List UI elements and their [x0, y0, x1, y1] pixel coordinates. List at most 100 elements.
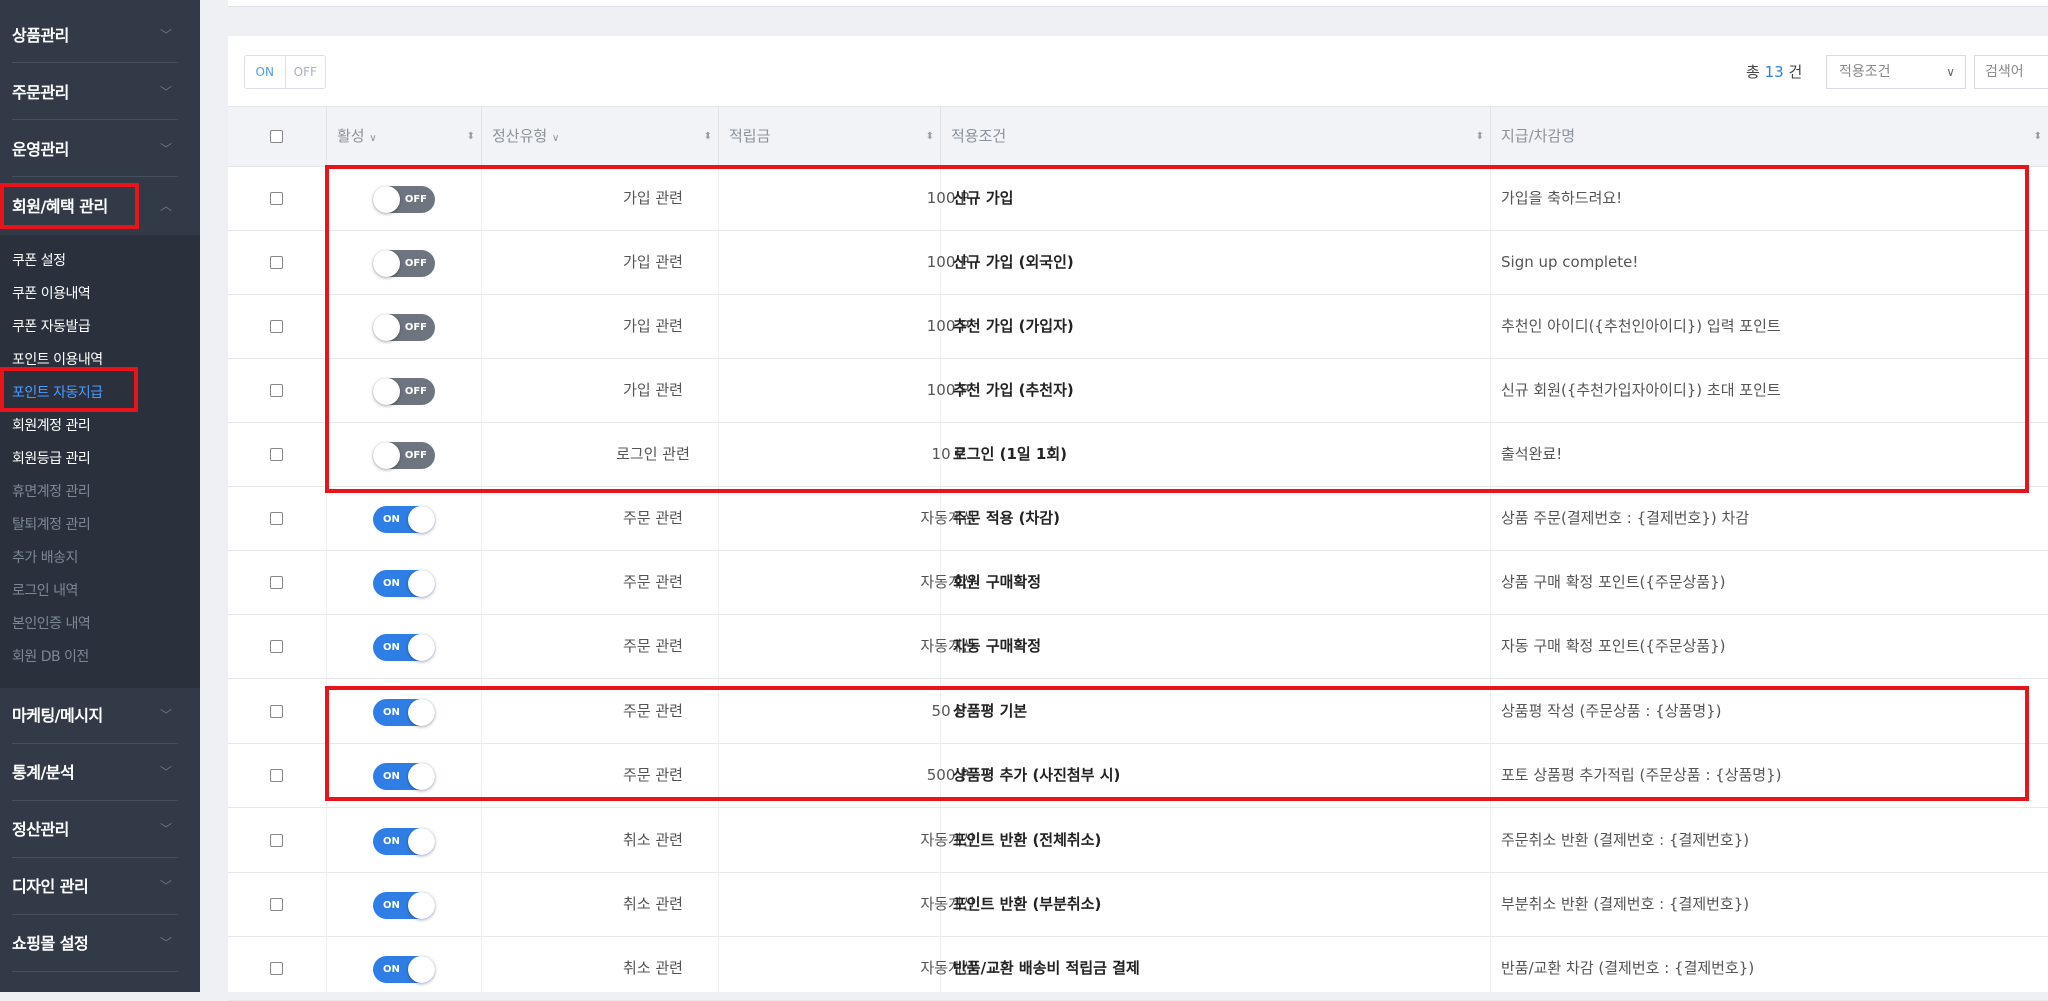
active-toggle[interactable]: ON — [373, 699, 435, 726]
active-toggle[interactable]: ON — [373, 634, 435, 661]
row-checkbox[interactable] — [270, 448, 283, 461]
submenu-item-withdrawn-accounts[interactable]: 탈퇴계정 관리 — [12, 514, 91, 534]
toggle-label: ON — [383, 578, 400, 589]
toggle-knob — [408, 956, 435, 983]
nav-item-statistics[interactable]: 통계/분석 ﹀ — [0, 743, 200, 799]
column-header-type[interactable]: 정산유형 ∨ ⬍ — [481, 107, 718, 166]
nav-item-shop-settings[interactable]: 쇼핑몰 설정 ﹀ — [0, 914, 200, 970]
table-row: OFF 로그인 관련 10 P 로그인 (1일 1회) 출석완료! — [228, 422, 2048, 487]
column-header-active[interactable]: 활성 ∨ ⬍ — [326, 107, 481, 166]
condition-cell: 상품평 기본 — [953, 702, 1028, 720]
nav-item-operations[interactable]: 운영관리 ﹀ — [0, 120, 200, 176]
toggle-label: ON — [383, 514, 400, 525]
submenu-item-member-grades[interactable]: 회원등급 관리 — [12, 448, 91, 468]
nav-item-products[interactable]: 상품관리 ﹀ — [0, 6, 200, 62]
submenu-item-dormant-accounts[interactable]: 휴면계정 관리 — [12, 481, 91, 501]
active-toggle[interactable]: OFF — [373, 186, 435, 213]
nav-item-settlement[interactable]: 정산관리 ﹀ — [0, 800, 200, 856]
submenu-item-point-auto-pay[interactable]: 포인트 자동지급 — [12, 382, 103, 402]
active-toggle[interactable]: ON — [373, 828, 435, 855]
message-cell: 자동 구매 확정 포인트({주문상품}) — [1501, 637, 1726, 655]
toggle-label: ON — [383, 900, 400, 911]
submenu-item-member-accounts[interactable]: 회원계정 관리 — [12, 415, 91, 435]
submenu-item-coupon-history[interactable]: 쿠폰 이용내역 — [12, 283, 91, 303]
nav-item-label: 정산관리 — [12, 820, 69, 839]
filter-select[interactable]: 적용조건 ∨ — [1826, 55, 1966, 89]
chevron-down-icon: ﹀ — [159, 878, 172, 893]
submenu-item-coupon-settings[interactable]: 쿠폰 설정 — [12, 250, 66, 270]
message-cell: Sign up complete! — [1501, 253, 1639, 271]
condition-cell: 상품평 추가 (사진첨부 시) — [953, 766, 1121, 784]
bulk-on-button[interactable]: ON — [245, 56, 286, 88]
nav-item-marketing[interactable]: 마케팅/메시지 ﹀ — [0, 686, 200, 742]
toggle-label: OFF — [404, 258, 427, 269]
row-checkbox[interactable] — [270, 962, 283, 975]
condition-cell: 추천 가입 (가입자) — [953, 317, 1074, 335]
toggle-knob — [408, 699, 435, 726]
row-checkbox[interactable] — [270, 384, 283, 397]
total-prefix: 총 — [1746, 63, 1760, 81]
select-all-checkbox[interactable] — [270, 130, 283, 143]
condition-cell: 추천 가입 (추천자) — [953, 381, 1074, 399]
nav-item-label: 통계/분석 — [12, 763, 75, 782]
column-header-condition[interactable]: 적용조건 ⬍ — [940, 107, 1490, 166]
row-checkbox[interactable] — [270, 192, 283, 205]
nav-item-design[interactable]: 디자인 관리 ﹀ — [0, 857, 200, 913]
submenu-item-coupon-auto-issue[interactable]: 쿠폰 자동발급 — [12, 316, 91, 336]
active-toggle[interactable]: ON — [373, 956, 435, 983]
active-toggle[interactable]: ON — [373, 506, 435, 533]
nav-item-label: 쇼핑몰 설정 — [12, 934, 89, 953]
nav-item-label: 마케팅/메시지 — [12, 706, 103, 725]
table-header: 활성 ∨ ⬍ 정산유형 ∨ ⬍ 적립금 ⬍ 적용조건 ⬍ 지급/차감명 ⬍ — [228, 106, 2048, 167]
table-row: OFF 가입 관련 100 P 추천 가입 (추천자) 신규 회원({추천가입자… — [228, 358, 2048, 423]
row-checkbox[interactable] — [270, 576, 283, 589]
chevron-down-icon: ﹀ — [159, 141, 172, 156]
active-toggle[interactable]: OFF — [373, 314, 435, 341]
sort-icon[interactable]: ⬍ — [704, 107, 712, 166]
type-cell: 주문 관련 — [623, 766, 683, 784]
row-checkbox[interactable] — [270, 898, 283, 911]
nav-item-members-benefits[interactable]: 회원/혜택 관리 ︿ — [0, 177, 200, 233]
row-checkbox[interactable] — [270, 705, 283, 718]
row-checkbox[interactable] — [270, 834, 283, 847]
message-cell: 상품 주문(결제번호 : {결제번호}) 차감 — [1501, 509, 1750, 527]
nav-item-label: 디자인 관리 — [12, 877, 89, 896]
divider — [12, 971, 178, 972]
condition-cell: 로그인 (1일 1회) — [953, 445, 1068, 463]
toggle-knob — [408, 892, 435, 919]
active-toggle[interactable]: OFF — [373, 378, 435, 405]
active-toggle[interactable]: OFF — [373, 442, 435, 469]
sort-icon[interactable]: ⬍ — [926, 107, 934, 166]
column-header-label: 적립금 — [729, 127, 771, 145]
chevron-down-icon: ﹀ — [159, 821, 172, 836]
sort-icon[interactable]: ⬍ — [1476, 107, 1484, 166]
toggle-knob — [373, 250, 400, 277]
submenu-item-extra-addresses[interactable]: 추가 배송지 — [12, 547, 78, 567]
table-row: ON 주문 관련 500 P 상품평 추가 (사진첨부 시) 포토 상품평 추가… — [228, 743, 2048, 808]
active-toggle[interactable]: ON — [373, 892, 435, 919]
column-header-label: 지급/차감명 — [1501, 127, 1576, 145]
submenu-item-login-history[interactable]: 로그인 내역 — [12, 580, 78, 600]
row-checkbox[interactable] — [270, 320, 283, 333]
column-header-points[interactable]: 적립금 ⬍ — [718, 107, 940, 166]
active-toggle[interactable]: ON — [373, 570, 435, 597]
row-checkbox[interactable] — [270, 640, 283, 653]
nav-item-orders[interactable]: 주문관리 ﹀ — [0, 63, 200, 119]
sort-icon[interactable]: ⬍ — [2034, 107, 2042, 166]
active-toggle[interactable]: ON — [373, 763, 435, 790]
submenu-item-identity-verification[interactable]: 본인인증 내역 — [12, 613, 91, 633]
chevron-down-icon: ﹀ — [159, 84, 172, 99]
column-header-message[interactable]: 지급/차감명 ⬍ — [1490, 107, 2048, 166]
sidebar: 상품관리 ﹀ 주문관리 ﹀ 운영관리 ﹀ 회원/혜택 관리 ︿ 쿠폰 설정 쿠폰… — [0, 0, 200, 992]
bulk-off-button[interactable]: OFF — [286, 56, 326, 88]
submenu-item-point-history[interactable]: 포인트 이용내역 — [12, 349, 103, 369]
active-toggle[interactable]: OFF — [373, 250, 435, 277]
search-input[interactable]: 검색어 — [1974, 55, 2048, 89]
type-cell: 취소 관련 — [623, 895, 683, 913]
row-checkbox[interactable] — [270, 769, 283, 782]
bulk-on-off-toggle[interactable]: ON OFF — [244, 55, 326, 89]
sort-icon[interactable]: ⬍ — [467, 107, 475, 166]
row-checkbox[interactable] — [270, 256, 283, 269]
row-checkbox[interactable] — [270, 512, 283, 525]
submenu-item-member-db-migration[interactable]: 회원 DB 이전 — [12, 646, 89, 666]
